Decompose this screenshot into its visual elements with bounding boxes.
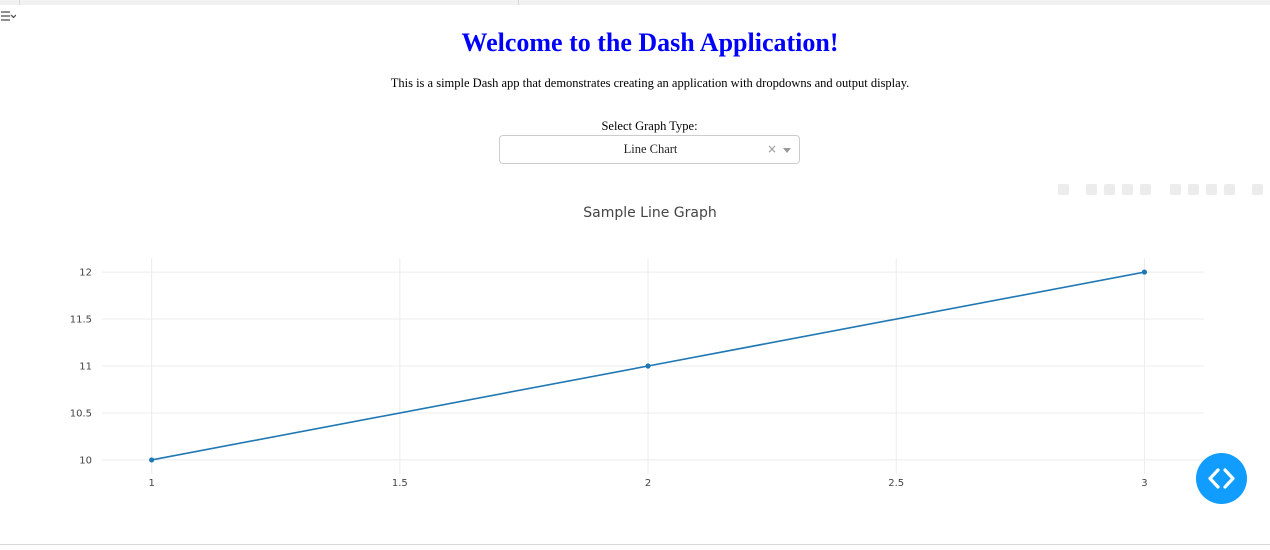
y-tick-label: 10.5 [70, 408, 92, 419]
x-tick-label: 2.5 [888, 478, 904, 489]
y-tick-label: 11 [79, 362, 92, 373]
x-axis-ticks: 1 1.5 2 2.5 3 [148, 478, 1147, 489]
data-point [1141, 269, 1148, 275]
y-tick-label: 12 [79, 268, 92, 279]
data-point [149, 457, 155, 463]
x-tick-label: 3 [1141, 478, 1147, 489]
y-axis-ticks: 10 10.5 11 11.5 12 [70, 268, 92, 467]
y-tick-label: 10 [79, 455, 92, 466]
code-brackets-icon [1208, 468, 1235, 489]
x-tick-label: 2 [645, 478, 651, 489]
y-tick-label: 11.5 [70, 315, 92, 326]
chart-gridlines [102, 258, 1204, 474]
page-bottom-divider [0, 544, 1270, 545]
line-chart: 1 1.5 2 2.5 3 1010.51111.512 [70, 258, 1204, 489]
code-toggle-button[interactable] [1196, 453, 1247, 504]
data-point [645, 363, 651, 369]
x-tick-label: 1.5 [392, 478, 408, 489]
x-tick-label: 1 [148, 478, 154, 489]
